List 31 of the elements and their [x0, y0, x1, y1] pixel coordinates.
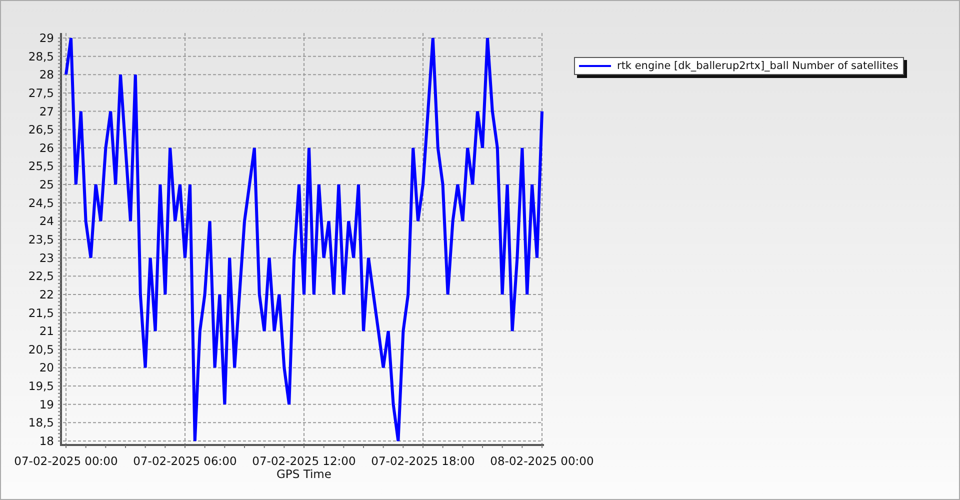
y-tick-label: 28,5 [28, 49, 54, 64]
x-tick-label: 08-02-2025 00:00 [490, 454, 594, 468]
y-tick-label: 23 [39, 250, 54, 265]
y-tick-label: 20,5 [28, 342, 54, 356]
y-tick-label: 24 [39, 214, 54, 228]
y-tick-label: 25 [39, 178, 54, 192]
x-tick-label: 07-02-2025 18:00 [371, 454, 475, 468]
y-tick-label: 28 [39, 68, 54, 82]
legend-line-icon [579, 65, 611, 67]
y-tick-label: 24,5 [28, 196, 54, 210]
x-tick-label: 07-02-2025 00:00 [14, 454, 118, 468]
y-tick-label: 19,5 [28, 379, 54, 394]
y-tick-label: 21,5 [28, 306, 54, 320]
x-tick-label: 07-02-2025 12:00 [252, 454, 356, 468]
y-tick-label: 22 [39, 287, 54, 302]
y-tick-label: 26 [39, 140, 54, 155]
y-tick-label: 18 [39, 434, 54, 448]
y-tick-label: 27 [39, 104, 54, 118]
legend-label: rtk engine [dk_ballerup2rtx]_ball Number of satellites [617, 60, 898, 72]
x-tick-label: 07-02-2025 06:00 [133, 454, 237, 468]
x-axis-title: GPS Time [276, 467, 332, 481]
y-tick-label: 21 [39, 324, 54, 338]
y-tick-label: 26,5 [28, 122, 54, 137]
y-tick-label: 19 [39, 397, 54, 412]
y-tick-label: 23,5 [28, 232, 54, 246]
y-tick-label: 27,5 [28, 86, 54, 100]
y-tick-label: 29 [39, 31, 54, 45]
y-tick-label: 20 [39, 360, 54, 375]
y-tick-label: 25,5 [28, 159, 54, 174]
y-tick-label: 18,5 [28, 416, 54, 430]
y-tick-label: 22,5 [28, 269, 54, 284]
